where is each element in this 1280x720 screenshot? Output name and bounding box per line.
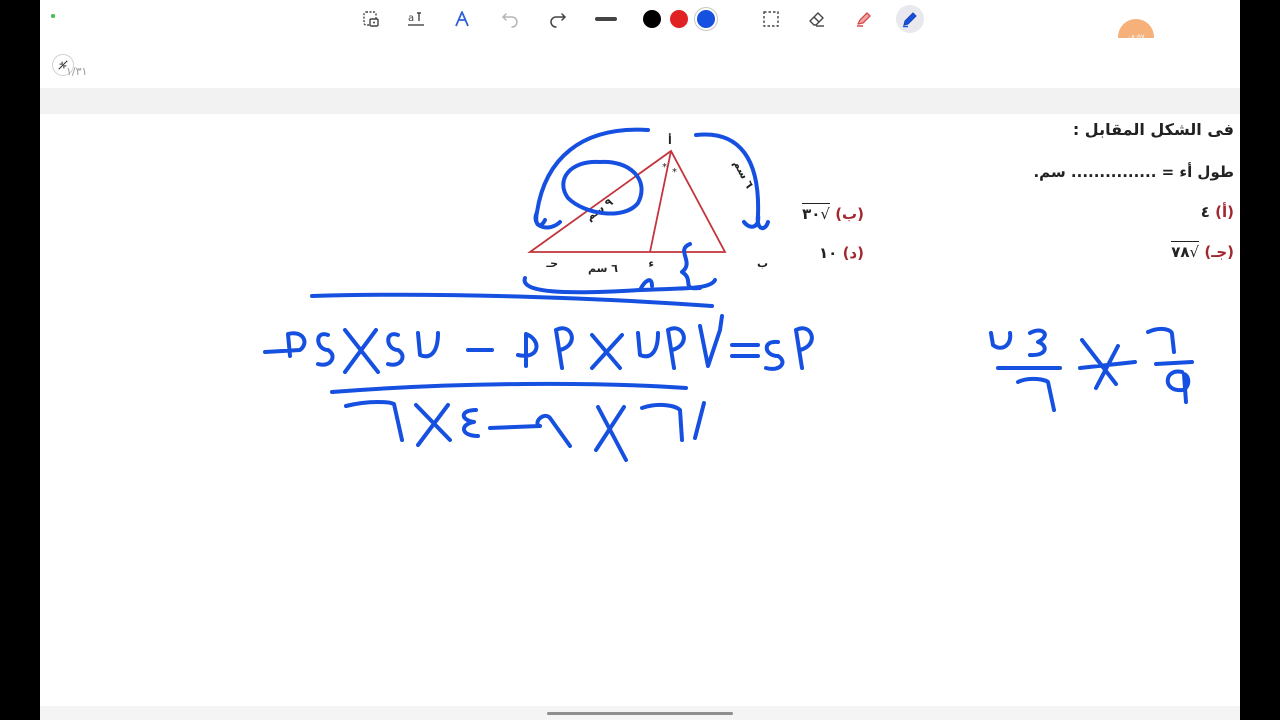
ink-arc-right <box>694 132 770 231</box>
ink-equation-1 <box>263 314 814 374</box>
ink-overline <box>310 292 714 308</box>
ink-equation-2 <box>344 400 706 462</box>
ink-vinculum <box>330 381 688 394</box>
home-indicator[interactable] <box>547 712 733 715</box>
ink-layer <box>263 127 1194 462</box>
ink-proportion <box>989 326 1194 412</box>
ink-brace-bottom <box>522 242 717 295</box>
notes-app: a ٠٨:٥٧ ١/٣١ فى الشكل المقابل: طول أء =… <box>40 0 1240 720</box>
ink-circle <box>561 159 644 216</box>
